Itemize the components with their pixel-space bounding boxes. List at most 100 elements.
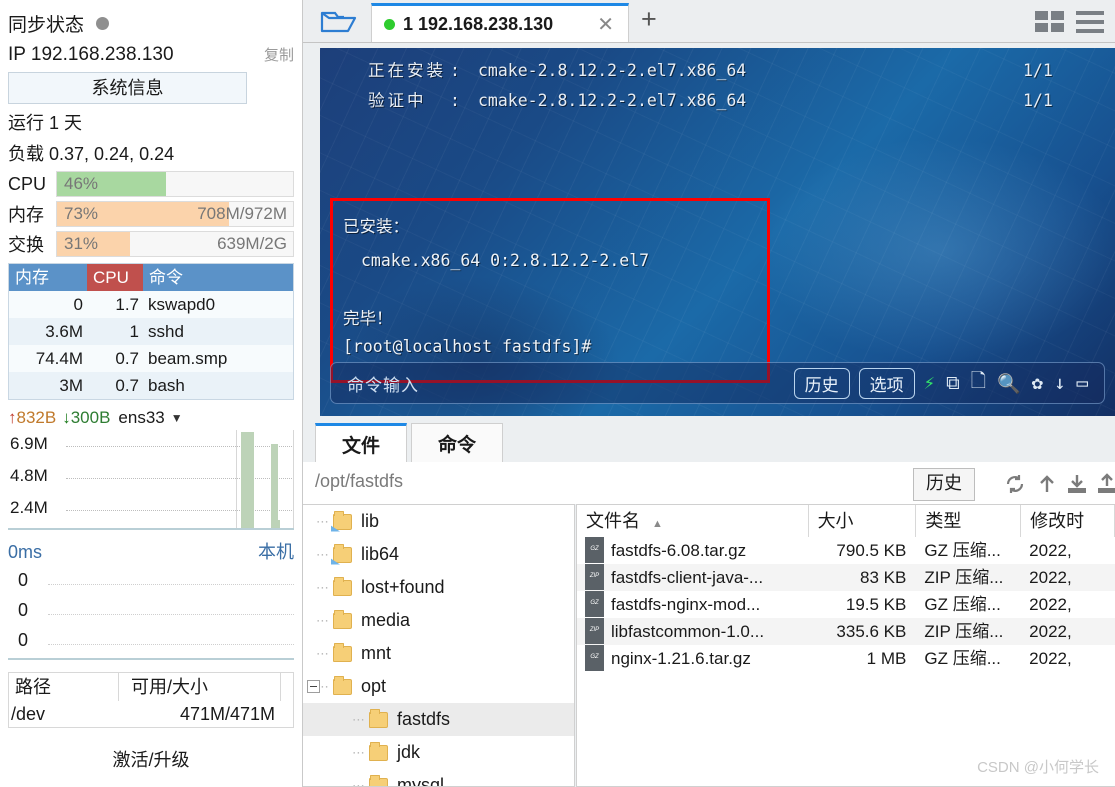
terminal-line-count: 1/1 [1023,61,1053,80]
command-input-bar[interactable]: 命令输入 历史 选项 ⚡ ⧉ 🗋 🔍 ✿ ↓ ▭ [330,362,1105,404]
gear-icon[interactable]: ✿ [1032,372,1043,394]
terminal-options-button[interactable]: 选项 [858,367,915,399]
tree-item-label: opt [361,676,387,696]
collapse-icon[interactable] [307,680,320,693]
open-folder-icon[interactable] [319,8,363,36]
table-row[interactable]: 0 1.7 kswapd0 [9,291,293,318]
bolt-icon[interactable]: ⚡ [924,372,935,394]
search-icon[interactable]: 🔍 [997,372,1021,395]
tree-item-mysql[interactable]: ⋯ mysql [303,769,574,786]
table-row[interactable]: fastdfs-6.08.tar.gz 790.5 KB GZ 压缩... 20… [577,537,1115,564]
tree-item-fastdfs[interactable]: ⋯ fastdfs [303,703,574,736]
tree-item-mnt[interactable]: ⋯ mnt [303,637,574,670]
column-header-name[interactable]: 文件名 ▲ [577,505,809,537]
table-row[interactable]: libfastcommon-1.0... 335.6 KB ZIP 压缩... … [577,618,1115,645]
file-size: 335.6 KB [836,622,907,641]
process-command: kswapd0 [148,295,216,314]
disk-table-header: 路径 可用/大小 [9,673,293,701]
tree-item-lib[interactable]: ⋯ lib [303,505,574,538]
table-row[interactable]: fastdfs-client-java-... 83 KB ZIP 压缩... … [577,564,1115,591]
tree-item-lost-found[interactable]: ⋯ lost+found [303,571,574,604]
file-size: 19.5 KB [845,595,907,614]
network-interface-label[interactable]: ens33 [118,408,164,428]
tree-item-label: mnt [361,643,392,663]
table-row[interactable]: fastdfs-nginx-mod... 19.5 KB GZ 压缩... 20… [577,591,1115,618]
tree-item-opt[interactable]: ⋯ opt [303,670,574,703]
download-icon[interactable]: ↓ [1054,372,1065,394]
file-history-button[interactable]: 历史 [913,468,975,501]
tab-files[interactable]: 文件 [315,423,407,463]
activate-upgrade-link[interactable]: 激活/升级 [0,746,302,772]
process-header-memory[interactable]: 内存 [9,264,87,291]
close-icon[interactable]: ✕ [597,12,614,37]
file-name-cell: fastdfs-6.08.tar.gz [577,537,809,564]
upload-arrow-icon: ↑ [8,408,17,427]
system-info-button[interactable]: 系统信息 [8,72,247,104]
process-header-cpu[interactable]: CPU [87,264,143,291]
command-input[interactable]: 命令输入 [347,371,794,396]
paste-icon[interactable]: 🗋 [971,367,986,399]
terminal-tab-strip: 1 192.168.238.130 ✕ + [303,0,1115,43]
terminal-line-label: 验证中 [368,91,427,110]
table-row[interactable]: 74.4M 0.7 beam.smp [9,345,293,372]
grid-view-icon[interactable] [1035,11,1065,33]
process-header-command[interactable]: 命令 [143,264,293,291]
download-icon[interactable] [1065,472,1089,496]
ping-chart: 0 0 0 [8,566,294,660]
gauge-swap-bar: 31% 639M/2G [56,231,294,257]
app-root: 同步状态 IP 192.168.238.130 复制 系统信息 运行 1 天 负… [0,0,1115,787]
refresh-icon[interactable] [1003,472,1027,496]
new-tab-button[interactable]: + [641,6,657,33]
terminal-line: 验证中 : cmake-2.8.12.2-2.el7.x86_64 1/1 [320,86,1115,116]
ping-y-label: 0 [18,630,29,650]
go-up-icon[interactable] [1035,472,1059,496]
terminal-tab[interactable]: 1 192.168.238.130 ✕ [371,3,629,42]
right-pane: 1 192.168.238.130 ✕ + 正在安装 : cmake-2.8.1… [303,0,1115,787]
file-name: fastdfs-6.08.tar.gz [611,541,747,560]
directory-tree[interactable]: ⋯ lib ⋯ lib64 ⋯ lost+found ⋯ media ⋯ mnt [303,504,575,787]
terminal-history-button[interactable]: 历史 [793,367,850,399]
file-type: GZ 压缩... [924,595,1001,614]
process-table: 内存 CPU 命令 0 1.7 kswapd0 3.6M 1 sshd 74.4… [8,263,294,400]
table-row[interactable]: 3M 0.7 bash [9,372,293,399]
sync-status-label: 同步状态 [8,14,85,36]
column-header-modified[interactable]: 修改时 [1021,505,1115,537]
tab-commands[interactable]: 命令 [411,423,503,463]
terminal-line: 正在安装 : cmake-2.8.12.2-2.el7.x86_64 1/1 [320,56,1115,86]
disk-header-path[interactable]: 路径 [9,673,119,701]
upload-rate: 832B [16,408,57,427]
file-modified: 2022, [1029,595,1072,614]
tree-item-label: fastdfs [397,709,451,729]
tree-item-media[interactable]: ⋯ media [303,604,574,637]
column-header-size[interactable]: 大小 [809,505,917,537]
file-name-cell: libfastcommon-1.0... [577,618,809,645]
table-row[interactable]: /dev 471M/471M [9,701,293,727]
terminal-line-package: cmake-2.8.12.2-2.el7.x86_64 [478,91,747,110]
ping-host[interactable]: 本机 [258,538,294,564]
network-y-label: 2.4M [10,498,48,517]
folder-icon [333,609,352,629]
path-bar: /opt/fastdfs 历史 [303,462,1115,504]
folder-icon [333,642,352,662]
copy-icon[interactable]: ⧉ [946,372,960,394]
system-monitor-panel: 同步状态 IP 192.168.238.130 复制 系统信息 运行 1 天 负… [0,0,303,787]
process-memory: 3M [59,376,83,395]
folder-icon [333,675,352,695]
copy-ip-button[interactable]: 复制 [264,44,294,65]
folder-icon [369,774,388,786]
upload-icon[interactable] [1095,472,1115,496]
tree-item-lib64[interactable]: ⋯ lib64 [303,538,574,571]
current-path[interactable]: /opt/fastdfs [315,471,403,492]
tree-item-jdk[interactable]: ⋯ jdk [303,736,574,769]
tree-item-label: jdk [397,742,421,762]
table-row[interactable]: nginx-1.21.6.tar.gz 1 MB GZ 压缩... 2022, [577,645,1115,672]
disk-header-avail[interactable]: 可用/大小 [119,673,281,701]
gauge-swap-value: 639M/2G [217,234,287,253]
hamburger-menu-icon[interactable] [1076,11,1104,33]
chevron-down-icon[interactable]: ▼ [171,411,183,425]
table-row[interactable]: 3.6M 1 sshd [9,318,293,345]
window-icon[interactable]: ▭ [1077,372,1088,394]
terminal-output[interactable]: 正在安装 : cmake-2.8.12.2-2.el7.x86_64 1/1 验… [320,48,1115,416]
file-list[interactable]: 文件名 ▲ 大小 类型 修改时 fastdfs-6.08.tar.gz 790.… [576,504,1115,787]
column-header-type[interactable]: 类型 [916,505,1022,537]
